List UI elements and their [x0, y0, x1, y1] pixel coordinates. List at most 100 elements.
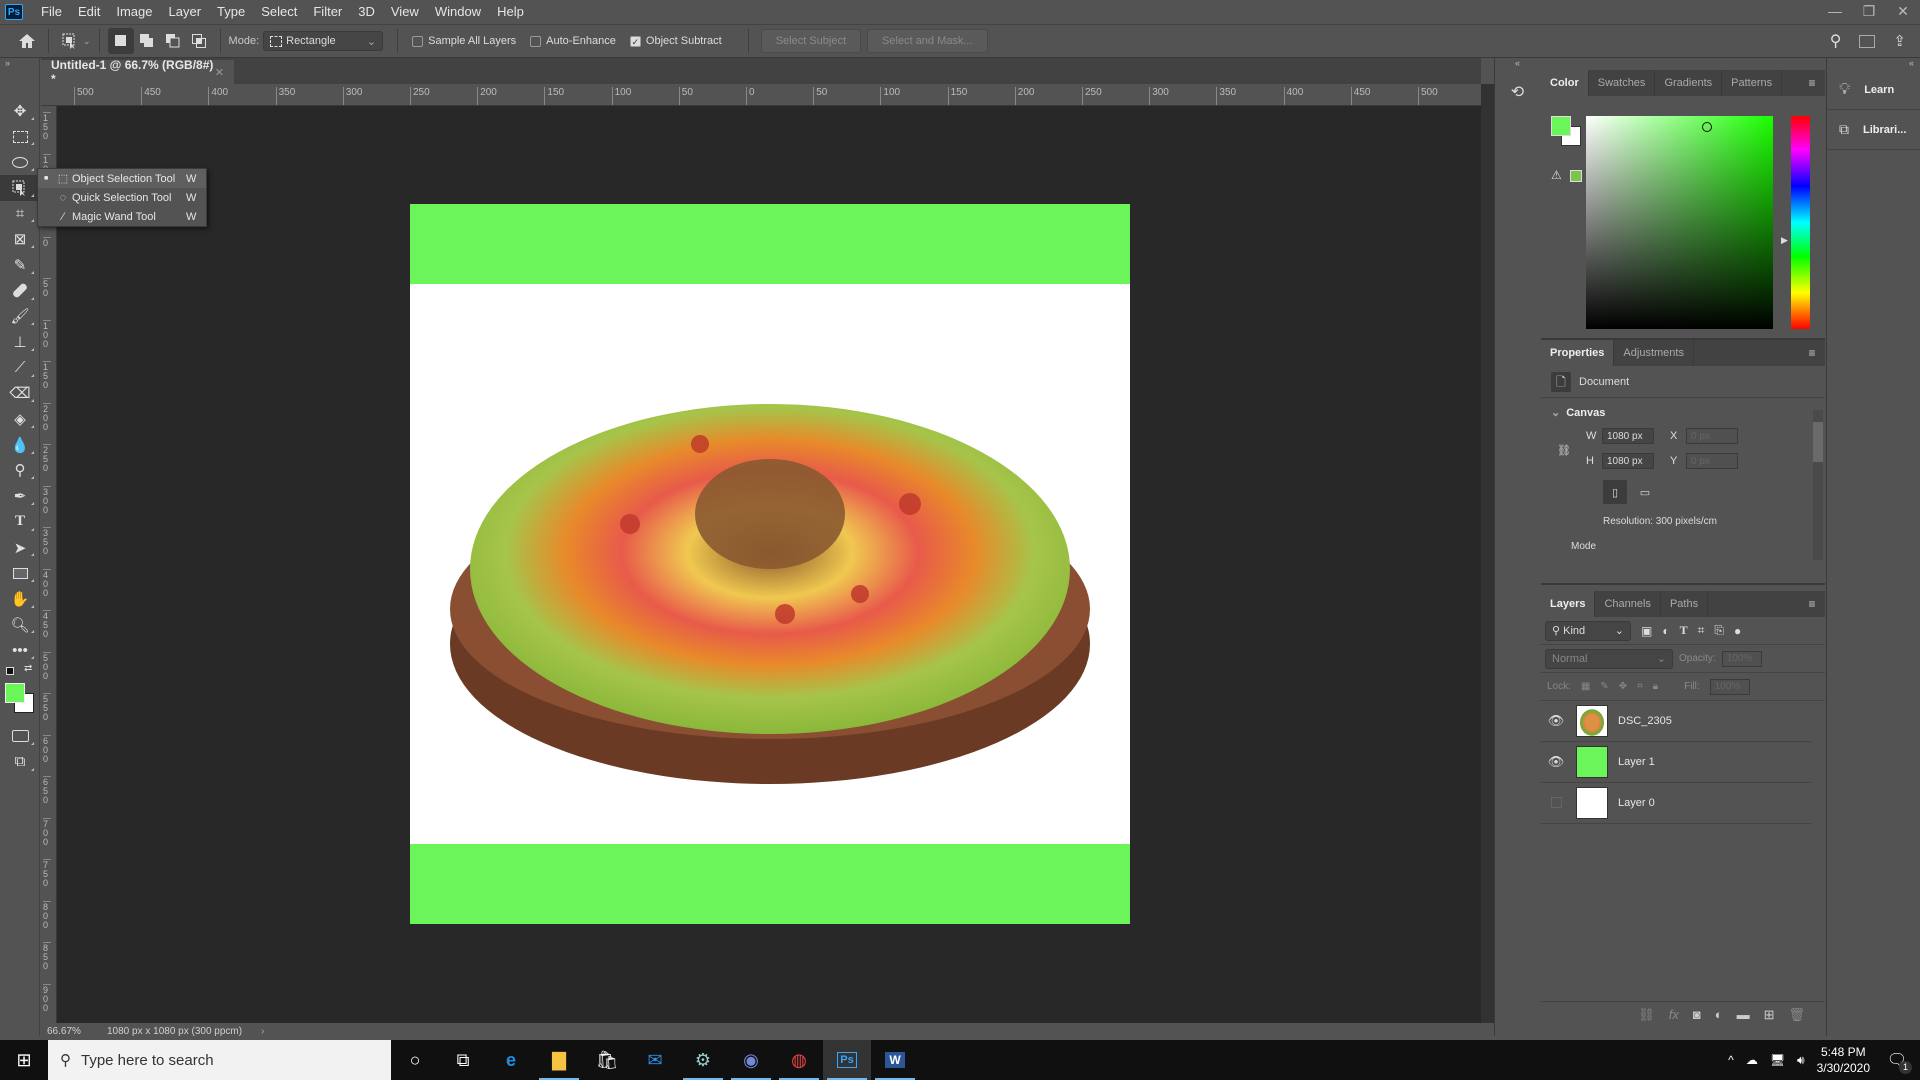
- screen-mode-button[interactable]: ⧉: [0, 749, 40, 775]
- auto-enhance-checkbox[interactable]: Auto-Enhance: [530, 35, 616, 47]
- word-app[interactable]: W: [871, 1040, 919, 1080]
- panel-menu-icon[interactable]: ≡: [1799, 70, 1825, 96]
- menu-layer[interactable]: Layer: [161, 0, 210, 24]
- menu-filter[interactable]: Filter: [305, 0, 350, 24]
- hue-slider[interactable]: [1791, 116, 1810, 329]
- tab-channels[interactable]: Channels: [1595, 591, 1661, 617]
- edge-app[interactable]: e: [487, 1040, 535, 1080]
- mail-app[interactable]: ✉: [631, 1040, 679, 1080]
- object-subtract-checkbox[interactable]: ✓ Object Subtract: [629, 35, 722, 47]
- edit-toolbar-button[interactable]: •••: [0, 637, 40, 663]
- new-group-icon[interactable]: ▬: [1737, 1007, 1750, 1022]
- layer-name[interactable]: Layer 1: [1618, 756, 1655, 768]
- flyout-item-object-selection[interactable]: ■ ⬚ Object Selection Tool W: [38, 169, 206, 188]
- canvas-y-input[interactable]: 0 px: [1686, 453, 1738, 469]
- canvas-width-input[interactable]: 1080 px: [1602, 428, 1654, 444]
- add-to-selection-button[interactable]: [134, 28, 160, 54]
- dodge-tool[interactable]: ⚲: [0, 458, 40, 484]
- close-tab-icon[interactable]: ✕: [215, 66, 224, 79]
- history-brush-tool[interactable]: ⟋: [0, 355, 40, 381]
- frame-tool[interactable]: ⊠: [0, 226, 40, 252]
- healing-brush-tool[interactable]: [0, 278, 40, 304]
- steam-app[interactable]: ⚙: [679, 1040, 727, 1080]
- select-subject-button[interactable]: Select Subject: [760, 29, 862, 53]
- tab-patterns[interactable]: Patterns: [1722, 70, 1783, 96]
- network-icon[interactable]: 🖥︎: [1770, 1053, 1785, 1067]
- tab-swatches[interactable]: Swatches: [1589, 70, 1656, 96]
- subtract-from-selection-button[interactable]: [160, 28, 186, 54]
- workspace-icon[interactable]: [1859, 34, 1876, 48]
- clone-stamp-tool[interactable]: ⊥: [0, 329, 40, 355]
- new-layer-icon[interactable]: ⊞: [1764, 1007, 1775, 1023]
- select-and-mask-button[interactable]: Select and Mask...: [867, 29, 988, 53]
- history-icon[interactable]: ⟲: [1508, 82, 1528, 102]
- libraries-panel-button[interactable]: ⧉ Librari...: [1827, 110, 1920, 150]
- menu-view[interactable]: View: [383, 0, 427, 24]
- quick-mask-button[interactable]: [0, 723, 40, 749]
- hand-tool[interactable]: ✋: [0, 586, 40, 612]
- close-button[interactable]: ✕: [1886, 0, 1920, 22]
- file-explorer-app[interactable]: ▇: [535, 1040, 583, 1080]
- layer-row[interactable]: Layer 0: [1541, 783, 1811, 824]
- minimize-button[interactable]: —: [1818, 0, 1852, 22]
- tool-preset-picker[interactable]: [57, 28, 83, 54]
- chrome-app[interactable]: ◍: [775, 1040, 823, 1080]
- lock-pixels-icon[interactable]: ✎: [1600, 681, 1608, 692]
- zoom-tool[interactable]: 🔍︎: [0, 612, 40, 638]
- brush-tool[interactable]: 🖌: [0, 304, 40, 330]
- share-icon[interactable]: ⇪: [1893, 32, 1906, 50]
- panel-menu-icon[interactable]: ≡: [1799, 591, 1825, 617]
- new-selection-button[interactable]: [107, 28, 134, 54]
- add-mask-icon[interactable]: ◙: [1693, 1007, 1701, 1022]
- swap-colors-icon[interactable]: ⇄: [24, 663, 32, 674]
- filter-type-icon[interactable]: T: [1680, 623, 1688, 638]
- document-tab[interactable]: Untitled-1 @ 66.7% (RGB/8#) * ✕: [41, 58, 234, 86]
- filter-adjustment-icon[interactable]: ◐: [1662, 624, 1669, 638]
- collapse-panel-icon[interactable]: «: [1495, 58, 1540, 70]
- tab-properties[interactable]: Properties: [1541, 340, 1615, 366]
- intersect-selection-button[interactable]: [186, 28, 212, 54]
- layer-row[interactable]: 👁 Layer 1: [1541, 742, 1811, 783]
- task-view-button[interactable]: ⧉: [439, 1040, 487, 1080]
- lock-position-icon[interactable]: ✥: [1619, 681, 1627, 692]
- canvas-section-header[interactable]: ⌄ Canvas: [1551, 406, 1815, 419]
- tab-gradients[interactable]: Gradients: [1655, 70, 1723, 96]
- photoshop-app[interactable]: Ps: [823, 1040, 871, 1080]
- pen-tool[interactable]: ✒: [0, 483, 40, 509]
- document-canvas[interactable]: [410, 204, 1130, 924]
- filter-smart-object-icon[interactable]: ⎘: [1714, 623, 1724, 638]
- zoom-level[interactable]: 66.67%: [41, 1026, 101, 1037]
- eraser-tool[interactable]: ⌫: [0, 381, 40, 407]
- paint-bucket-tool[interactable]: ◈: [0, 406, 40, 432]
- lasso-tool[interactable]: [0, 149, 40, 175]
- crop-tool[interactable]: ⌗: [0, 201, 40, 227]
- chevron-right-icon[interactable]: ›: [261, 1026, 264, 1037]
- clock[interactable]: 5:48 PM 3/30/2020: [1817, 1044, 1870, 1076]
- color-picker-cursor[interactable]: [1702, 122, 1712, 132]
- lock-artboard-icon[interactable]: ⌗: [1637, 681, 1643, 692]
- layer-name[interactable]: Layer 0: [1618, 797, 1655, 809]
- opacity-input[interactable]: 100%: [1721, 650, 1762, 667]
- menu-file[interactable]: File: [33, 0, 70, 24]
- action-center-button[interactable]: 🗨︎ 1: [1882, 1050, 1912, 1074]
- rectangular-marquee-tool[interactable]: [0, 124, 40, 150]
- properties-scrollbar[interactable]: [1813, 410, 1823, 560]
- default-colors-icon[interactable]: [6, 667, 14, 676]
- filter-toggle[interactable]: ●: [1734, 624, 1741, 638]
- visibility-toggle-off[interactable]: [1541, 796, 1571, 811]
- show-hidden-icons[interactable]: ^: [1728, 1053, 1734, 1067]
- filter-pixel-icon[interactable]: ▣: [1641, 624, 1652, 638]
- move-tool[interactable]: ✥: [0, 98, 40, 124]
- object-selection-tool[interactable]: [0, 175, 40, 201]
- delete-layer-icon[interactable]: 🗑︎: [1788, 1007, 1805, 1023]
- home-button[interactable]: [14, 28, 40, 54]
- rectangle-tool[interactable]: [0, 560, 40, 586]
- learn-panel-button[interactable]: 💡︎ Learn: [1827, 70, 1920, 110]
- gamut-color-chip[interactable]: [1570, 170, 1582, 182]
- tab-layers[interactable]: Layers: [1541, 591, 1596, 617]
- hue-slider-handle[interactable]: ▶: [1781, 235, 1788, 246]
- store-app[interactable]: 🛍︎: [583, 1040, 631, 1080]
- mode-dropdown[interactable]: Rectangle ⌄: [263, 31, 384, 51]
- menu-help[interactable]: Help: [489, 0, 532, 24]
- tab-adjustments[interactable]: Adjustments: [1614, 340, 1694, 366]
